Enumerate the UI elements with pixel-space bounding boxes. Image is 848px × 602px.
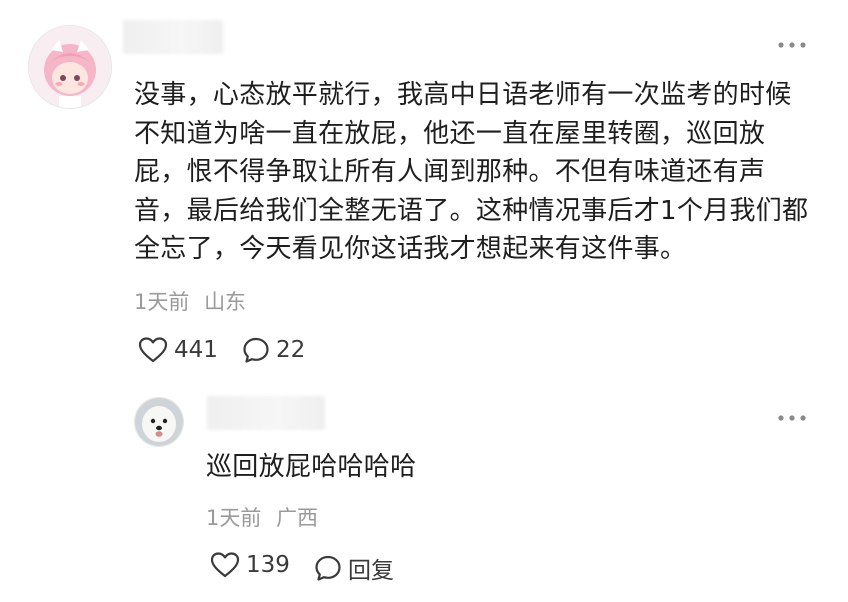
speech-bubble-icon [243, 337, 269, 363]
more-horizontal-icon [778, 42, 806, 48]
reply-more-button[interactable] [776, 411, 808, 425]
speech-bubble-icon [315, 555, 341, 581]
more-horizontal-icon [778, 415, 806, 421]
reply-username[interactable] [207, 396, 325, 430]
reply-reply-label: 回复 [348, 558, 394, 584]
reply-location: 广西 [276, 506, 319, 530]
reply-avatar[interactable] [134, 397, 184, 447]
comment-username[interactable] [123, 20, 223, 54]
comment-like-button[interactable]: 441 [138, 336, 218, 364]
comment-reply-button[interactable]: 22 [242, 336, 305, 364]
comment-like-count: 441 [174, 337, 218, 363]
reply-reply-button[interactable]: 回复 [314, 551, 394, 585]
comment-reply-count: 22 [276, 337, 306, 363]
comment-more-button[interactable] [776, 38, 808, 52]
heart-outline-icon [210, 552, 240, 578]
comment-avatar[interactable] [28, 25, 112, 109]
reply-like-button[interactable]: 139 [210, 551, 290, 579]
reply-meta: 1天前 广西 [206, 505, 318, 531]
comment-body: 没事，心态放平就行，我高中日语老师有一次监考的时候不知道为啥一直在放屁，他还一直… [134, 80, 809, 264]
comment-time: 1天前 [134, 290, 190, 314]
white-dog-avatar-icon [135, 398, 183, 446]
comment-location: 山东 [204, 290, 247, 314]
reply-body: 巡回放屁哈哈哈哈 [206, 452, 417, 482]
reply-time: 1天前 [206, 506, 262, 530]
reply-like-count: 139 [246, 552, 290, 578]
comment-meta: 1天前 山东 [134, 289, 246, 315]
heart-outline-icon [138, 337, 168, 363]
cartoon-girl-avatar-icon [29, 26, 111, 108]
